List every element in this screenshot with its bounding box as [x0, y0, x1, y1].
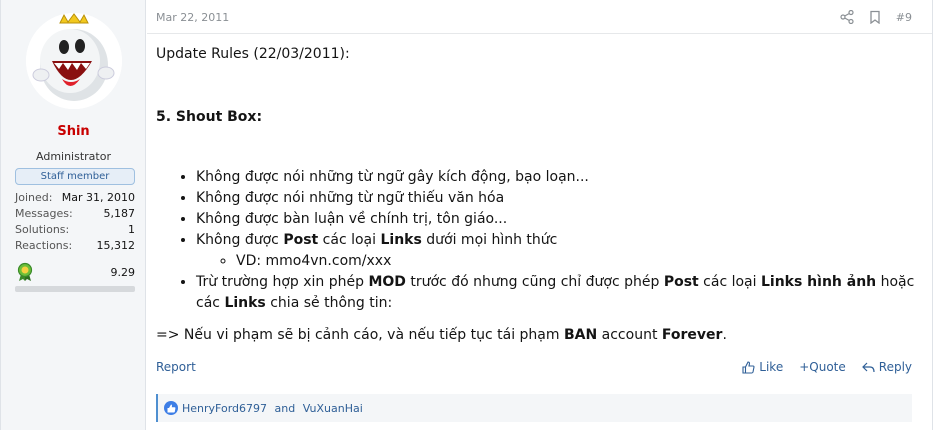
trophy-points: 9.29	[110, 265, 136, 279]
text-span: Không được	[196, 232, 284, 248]
bold-text: Forever	[661, 327, 723, 343]
reactor-link[interactable]: HenryFord6797	[182, 402, 267, 415]
stat-label: Messages:	[15, 207, 73, 220]
bold-text: Links hình ảnh	[760, 274, 877, 290]
share-icon[interactable]	[840, 10, 854, 24]
reactions-bar: HenryFord6797 and VuXuanHai	[156, 394, 912, 422]
text-span: => Nếu vi phạm sẽ bị cảnh cáo, và nếu ti…	[156, 327, 564, 343]
user-title: Administrator	[36, 150, 111, 163]
reactor-link[interactable]: VuXuanHai	[303, 402, 363, 415]
stat-reactions: Reactions: 15,312	[15, 238, 135, 254]
list-item: Không được nói những từ ngữ thiếu văn hó…	[196, 188, 916, 209]
bookmark-icon[interactable]	[868, 10, 882, 24]
list-item: Không được bàn luận về chính trị, tôn gi…	[196, 209, 916, 230]
text-span: chia sẻ thông tin:	[265, 295, 393, 311]
message-body: Update Rules (22/03/2011): 5. Shout Box:…	[156, 44, 916, 346]
stat-value: Mar 31, 2010	[61, 191, 135, 204]
bold-text: MOD	[368, 274, 406, 290]
rules-list: Không được nói những từ ngữ gây kích độn…	[196, 167, 916, 314]
stat-messages: Messages: 5,187	[15, 206, 135, 222]
bold-text: BAN	[563, 327, 598, 343]
action-buttons: Like +Quote Reply	[742, 360, 912, 374]
text-span: dưới mọi hình thức	[421, 232, 558, 248]
text-span: Trừ trường hợp xin phép	[196, 274, 369, 290]
stat-label: Joined:	[15, 191, 53, 204]
post-container: Shin Administrator Staff member Joined: …	[0, 0, 933, 430]
message-actions: Report Like +Quote Reply	[156, 360, 912, 378]
text-span: .	[722, 327, 727, 343]
bold-text: Post	[283, 232, 319, 248]
bold-text: Post	[663, 274, 699, 290]
post-number[interactable]: #9	[896, 11, 912, 24]
stat-joined: Joined: Mar 31, 2010	[15, 190, 135, 206]
stat-value[interactable]: 5,187	[104, 206, 136, 222]
quote-button[interactable]: +Quote	[799, 360, 846, 374]
reactions-conjunction: and	[271, 401, 299, 415]
bold-text: Links	[380, 232, 422, 248]
stat-value: 15,312	[96, 239, 136, 252]
text-span: account	[597, 327, 662, 343]
message-header: Mar 22, 2011 #9	[147, 0, 932, 34]
message: Mar 22, 2011 #9 Update Rules (22/03/2011…	[147, 0, 932, 430]
boo-avatar-icon	[26, 13, 122, 109]
stat-label: Reactions:	[15, 239, 73, 252]
like-label: Like	[759, 360, 784, 374]
stat-solutions: Solutions: 1	[15, 222, 135, 238]
quote-label: +Quote	[799, 360, 846, 374]
warning-line: => Nếu vi phạm sẽ bị cảnh cáo, và nếu ti…	[156, 325, 916, 346]
avatar[interactable]	[26, 13, 122, 109]
header-actions: #9	[840, 10, 912, 24]
post-date[interactable]: Mar 22, 2011	[156, 11, 229, 24]
rules-update-line: Update Rules (22/03/2011):	[156, 46, 350, 62]
bold-text: Links	[224, 295, 266, 311]
sub-list: VD: mmo4vn.com/xxx	[236, 251, 916, 272]
text-span: trước đó nhưng cũng chỉ được phép	[405, 274, 664, 290]
thumbs-up-icon	[742, 360, 755, 374]
user-stats: Joined: Mar 31, 2010 Messages: 5,187 Sol…	[15, 190, 135, 254]
sub-list-item: VD: mmo4vn.com/xxx	[236, 251, 916, 272]
staff-badge: Staff member	[15, 168, 135, 185]
list-item: Không được Post các loại Links dưới mọi …	[196, 230, 916, 272]
username[interactable]: Shin	[1, 124, 146, 139]
user-panel: Shin Administrator Staff member Joined: …	[1, 0, 146, 430]
list-item: Trừ trường hợp xin phép MOD trước đó như…	[196, 272, 916, 314]
reply-label: Reply	[878, 360, 912, 374]
reply-button[interactable]: Reply	[861, 360, 912, 374]
reply-arrow-icon	[861, 362, 875, 372]
section-heading: 5. Shout Box:	[156, 109, 263, 125]
trophy-row[interactable]: 9.29	[15, 262, 135, 282]
text-span: các loại	[698, 274, 761, 290]
text-span: các loại	[318, 232, 381, 248]
like-reaction-icon	[164, 401, 178, 415]
report-link[interactable]: Report	[156, 360, 196, 374]
level-progress-bar	[15, 286, 135, 292]
like-button[interactable]: Like	[742, 360, 783, 374]
stat-label: Solutions:	[15, 223, 70, 236]
list-item: Không được nói những từ ngữ gây kích độn…	[196, 167, 916, 188]
stat-value: 1	[128, 223, 135, 236]
award-ribbon-icon	[17, 262, 33, 281]
